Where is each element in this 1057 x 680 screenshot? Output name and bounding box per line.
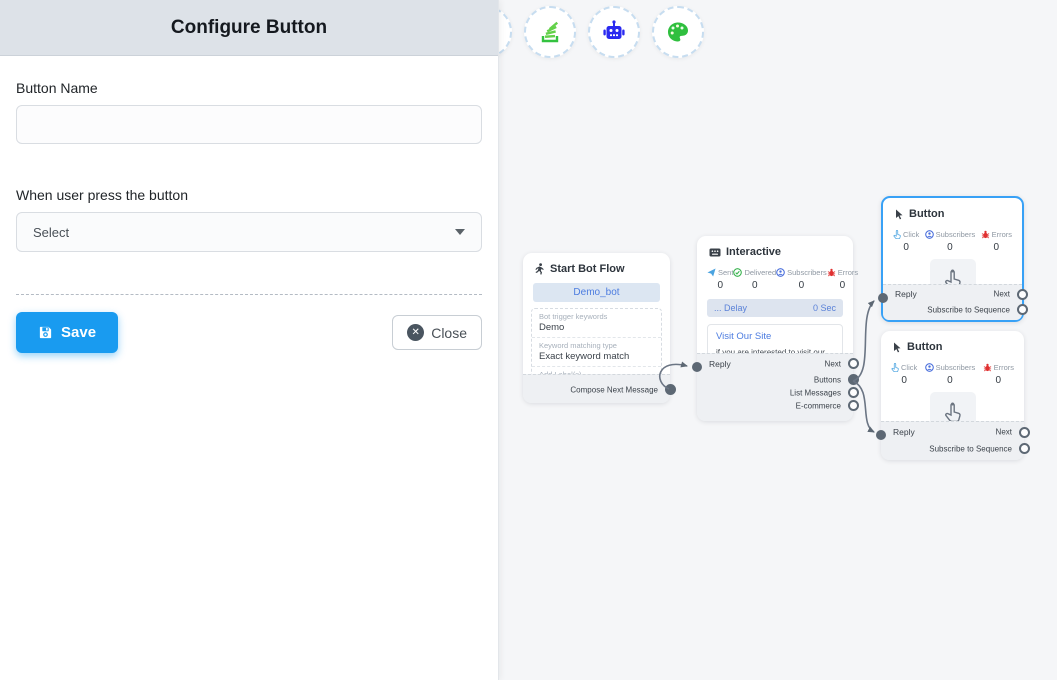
output-next-label: Next (994, 290, 1010, 299)
field-label: Keyword matching type (539, 341, 654, 350)
bug-icon (983, 363, 992, 372)
reply-label: Reply (895, 289, 917, 299)
toolbar-button-partial[interactable] (499, 6, 512, 58)
output-subscribe-port[interactable] (1017, 304, 1028, 315)
node-button-bottom[interactable]: Button Click 0 Subscribers (881, 331, 1024, 460)
message-title: Visit Our Site (716, 331, 834, 342)
output-buttons-port[interactable] (848, 374, 859, 385)
node-button-top[interactable]: Button Click 0 Subscribers (881, 196, 1024, 322)
field-label: Bot trigger keywords (539, 312, 654, 321)
toolbar-button-palette[interactable] (652, 6, 704, 58)
node-title: Interactive (726, 246, 781, 258)
stat-errors: Errors 0 (827, 268, 858, 291)
reply-in-port[interactable] (692, 362, 702, 372)
save-button[interactable]: Save (16, 312, 118, 353)
bug-icon (827, 268, 836, 277)
touch-hand-icon (944, 402, 962, 423)
delay-value: 0 Sec (813, 303, 836, 313)
hand-pointer-icon (891, 363, 899, 372)
subscribers-icon (776, 268, 785, 277)
output-next-port[interactable] (848, 358, 859, 369)
stat-subscribers: Subscribers 0 (776, 268, 827, 291)
delay-label: ... Delay (714, 303, 747, 313)
output-subscribe-port[interactable] (1019, 443, 1030, 454)
node-title: Button (907, 341, 942, 353)
node-interactive[interactable]: Interactive Sent 0 Delivered (697, 236, 853, 421)
wire-buttons-to-button-top (853, 301, 874, 381)
compose-next-message-label: Compose Next Message (570, 385, 658, 394)
stat-errors: Errors 0 (981, 230, 1012, 253)
button-name-input[interactable] (16, 105, 482, 144)
page-title: Configure Button (171, 17, 327, 39)
cursor-icon (895, 209, 904, 220)
select-value: Select (33, 225, 69, 240)
close-button[interactable]: ✕ Close (392, 315, 482, 350)
keyboard-icon (709, 248, 721, 257)
output-next-port[interactable] (1017, 289, 1028, 300)
button-name-label: Button Name (16, 80, 482, 96)
output-next-label: Next (996, 427, 1012, 436)
stat-delivered: Delivered 0 (733, 268, 776, 291)
robot-icon (600, 18, 628, 46)
press-action-label: When user press the button (16, 187, 482, 203)
check-circle-icon (733, 268, 742, 277)
field-trigger-keywords: Bot trigger keywords Demo (532, 309, 661, 337)
stats-row: Click 0 Subscribers 0 Errors (883, 226, 1022, 253)
panel-header: Configure Button (0, 0, 498, 56)
output-list-messages-label: List Messages (790, 388, 841, 397)
stat-click: Click 0 (891, 363, 917, 386)
reply-in-port[interactable] (876, 430, 886, 440)
output-subscribe-label: Subscribe to Sequence (927, 306, 1010, 315)
output-next-label: Next (825, 359, 841, 368)
output-ecommerce-label: E-commerce (796, 401, 841, 410)
output-list-messages-port[interactable] (848, 387, 859, 398)
running-man-icon (535, 263, 545, 275)
output-ecommerce-port[interactable] (848, 400, 859, 411)
palette-icon (664, 18, 692, 46)
press-action-select[interactable]: Select (16, 212, 482, 252)
reply-in-port[interactable] (878, 293, 888, 303)
close-button-label: Close (431, 325, 467, 341)
stats-row: Sent 0 Delivered 0 Subscribers (697, 264, 853, 291)
stats-row: Click 0 Subscribers 0 Errors (881, 359, 1024, 386)
bug-icon (981, 230, 990, 239)
reply-label: Reply (709, 359, 731, 369)
stat-click: Click 0 (893, 230, 919, 253)
toolbar-button-stack[interactable] (524, 6, 576, 58)
field-value: Exact keyword match (539, 351, 654, 362)
subscribers-icon (925, 230, 934, 239)
field-matching-type: Keyword matching type Exact keyword matc… (532, 337, 661, 366)
output-next-port[interactable] (1019, 427, 1030, 438)
bot-name-badge[interactable]: Demo_bot (533, 283, 660, 302)
node-title: Start Bot Flow (550, 263, 625, 275)
close-icon: ✕ (407, 324, 424, 341)
stat-sent: Sent 0 (707, 268, 733, 291)
stat-errors: Errors 0 (983, 363, 1014, 386)
delay-row[interactable]: ... Delay 0 Sec (707, 299, 843, 317)
configure-button-panel: Configure Button Button Name When user p… (0, 0, 499, 680)
compose-next-message-port[interactable] (665, 384, 676, 395)
cursor-icon (893, 342, 902, 353)
stat-subscribers: Subscribers 0 (925, 230, 976, 253)
hand-pointer-icon (893, 230, 901, 239)
node-start-bot-flow[interactable]: Start Bot Flow Demo_bot Bot trigger keyw… (523, 253, 670, 403)
save-icon (38, 325, 53, 340)
output-buttons-label: Buttons (814, 375, 841, 384)
field-value: Demo (539, 322, 654, 333)
chevron-down-icon (455, 229, 465, 235)
save-button-label: Save (61, 324, 96, 341)
output-subscribe-label: Subscribe to Sequence (929, 444, 1012, 453)
paper-plane-icon (707, 268, 716, 277)
toolbar-button-bot[interactable] (588, 6, 640, 58)
flow-canvas[interactable]: Start Bot Flow Demo_bot Bot trigger keyw… (499, 0, 1057, 680)
node-title: Button (909, 208, 944, 220)
reply-label: Reply (893, 427, 915, 437)
stat-subscribers: Subscribers 0 (925, 363, 976, 386)
stack-icon (537, 19, 563, 45)
subscribers-icon (925, 363, 934, 372)
